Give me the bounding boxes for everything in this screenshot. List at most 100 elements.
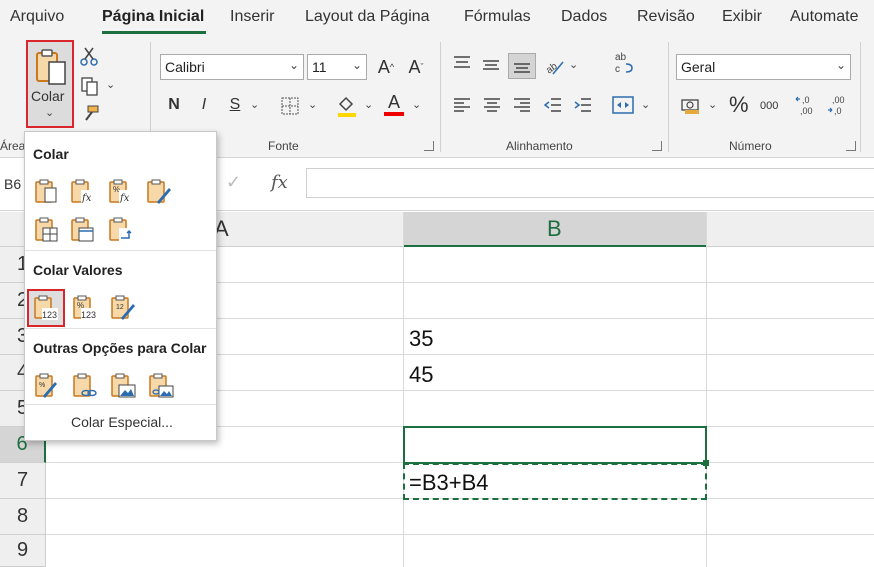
number-group-label: Número [729, 139, 772, 153]
formula-input[interactable] [306, 168, 874, 198]
row-header-9[interactable]: 9 [0, 535, 46, 567]
paste-linked-picture-icon [149, 373, 174, 398]
format-painter-icon[interactable] [80, 104, 100, 124]
increase-decimal-icon[interactable]: ,0,00 [794, 93, 818, 117]
paste-formulas-number-format-option[interactable]: % fx [107, 178, 135, 206]
paste-special-menu-item[interactable]: Colar Especial... [71, 414, 173, 430]
align-top-icon[interactable] [452, 54, 472, 72]
paste-values-section-title: Colar Valores [33, 262, 123, 278]
paste-keep-column-widths-option[interactable] [69, 216, 97, 244]
column-header-c[interactable] [707, 212, 874, 247]
paste-keep-source-format-icon [147, 179, 171, 204]
group-divider [668, 42, 669, 152]
cell-b4[interactable]: 45 [409, 362, 433, 388]
tab-pagina-inicial[interactable]: Página Inicial [102, 8, 204, 26]
active-tab-indicator [102, 31, 206, 34]
accounting-format-icon[interactable] [680, 96, 702, 116]
text-orientation-icon[interactable]: ab [543, 54, 565, 76]
borders-icon[interactable] [280, 96, 300, 116]
tab-revisao[interactable]: Revisão [637, 8, 695, 26]
svg-text:,0: ,0 [834, 106, 842, 116]
paste-no-borders-option[interactable] [33, 216, 61, 244]
wrap-text-icon[interactable]: abc [612, 50, 636, 76]
paste-values-source-format-option[interactable]: 12 [109, 294, 137, 322]
active-cell-b6[interactable] [403, 426, 707, 464]
copy-icon[interactable] [80, 76, 102, 96]
paste-transpose-option[interactable] [107, 216, 135, 244]
tab-arquivo[interactable]: Arquivo [10, 8, 64, 26]
number-dialog-launcher-icon[interactable] [846, 141, 856, 151]
decrease-font-icon[interactable]: Aˇ [404, 56, 428, 78]
svg-text:c: c [615, 64, 620, 75]
gridline [706, 212, 707, 567]
column-header-b[interactable]: B [404, 212, 707, 247]
chevron-down-icon: ⌄ [45, 107, 55, 119]
chevron-down-icon[interactable]: ⌄ [412, 98, 421, 111]
comma-style-button[interactable]: 000 [760, 100, 778, 112]
fill-handle[interactable] [703, 460, 709, 466]
tab-automate[interactable]: Automate [790, 8, 858, 26]
align-middle-icon[interactable] [481, 56, 501, 74]
paste-values-number-format-option[interactable]: % 123 [71, 294, 99, 322]
paste-linked-picture-option[interactable] [147, 372, 175, 400]
tab-inserir[interactable]: Inserir [230, 8, 274, 26]
increase-indent-icon[interactable] [573, 96, 593, 114]
paste-option[interactable] [33, 178, 61, 206]
paste-transpose-icon [109, 217, 132, 241]
svg-text:%: % [39, 382, 45, 389]
name-box[interactable]: B6 [4, 176, 21, 192]
paste-label: Colar [31, 88, 65, 104]
tab-formulas[interactable]: Fórmulas [464, 8, 531, 26]
tab-exibir[interactable]: Exibir [722, 8, 762, 26]
cell-b7[interactable]: =B3+B4 [409, 470, 489, 496]
group-divider [440, 42, 441, 152]
paste-formatting-option[interactable]: % [33, 372, 61, 400]
paste-formulas-option[interactable]: fx [69, 178, 97, 206]
underline-button[interactable]: S [224, 94, 246, 116]
menu-divider [25, 250, 216, 251]
alignment-dialog-launcher-icon[interactable] [652, 141, 662, 151]
chevron-down-icon[interactable]: ⌄ [708, 98, 717, 111]
scissors-icon[interactable] [80, 46, 98, 66]
font-dialog-launcher-icon[interactable] [424, 141, 434, 151]
tab-dados[interactable]: Dados [561, 8, 607, 26]
row-header-7[interactable]: 7 [0, 463, 46, 499]
paste-keep-source-format-option[interactable] [145, 178, 173, 206]
column-label-b: B [547, 216, 562, 241]
paste-values-icon: 123 [34, 295, 58, 320]
chevron-down-icon[interactable]: ⌄ [106, 78, 115, 91]
row-header-8[interactable]: 8 [0, 499, 46, 535]
tab-layout-pagina[interactable]: Layout da Página [305, 8, 430, 26]
chevron-down-icon[interactable]: ⌄ [641, 98, 650, 111]
font-size-dropdown[interactable]: 11 ⌄ [307, 54, 367, 80]
paste-picture-option[interactable] [109, 372, 137, 400]
paste-button[interactable]: Colar ⌄ [26, 40, 74, 128]
fill-color-icon[interactable] [336, 94, 358, 118]
paste-link-option[interactable] [71, 372, 99, 400]
font-group-label: Fonte [268, 139, 299, 153]
chevron-down-icon[interactable]: ⌄ [569, 58, 578, 71]
font-color-icon[interactable]: A [388, 92, 400, 113]
enter-check-icon[interactable]: ✓ [226, 172, 241, 193]
percent-style-button[interactable]: % [729, 92, 749, 118]
increase-font-icon[interactable]: A ^ [374, 56, 398, 78]
number-format-dropdown[interactable]: Geral ⌄ [676, 54, 851, 80]
insert-function-icon[interactable]: fx [271, 172, 288, 193]
decrease-decimal-icon[interactable]: ,00,0 [826, 93, 850, 117]
align-center-icon[interactable] [482, 96, 502, 114]
align-bottom-button[interactable] [508, 53, 536, 79]
bold-button[interactable]: N [163, 94, 185, 116]
paste-values-option[interactable]: 123 [27, 289, 65, 327]
font-name-dropdown[interactable]: Calibri ⌄ [160, 54, 304, 80]
decrease-indent-icon[interactable] [543, 96, 563, 114]
cell-b3[interactable]: 35 [409, 326, 433, 352]
merge-center-icon[interactable] [611, 94, 635, 116]
svg-text:123: 123 [42, 310, 57, 320]
chevron-down-icon[interactable]: ⌄ [364, 98, 373, 111]
clipboard-paste-icon [35, 179, 57, 203]
chevron-down-icon[interactable]: ⌄ [308, 98, 317, 111]
italic-button[interactable]: I [193, 94, 215, 116]
align-right-icon[interactable] [512, 96, 532, 114]
chevron-down-icon[interactable]: ⌄ [250, 98, 259, 111]
align-left-icon[interactable] [452, 96, 472, 114]
